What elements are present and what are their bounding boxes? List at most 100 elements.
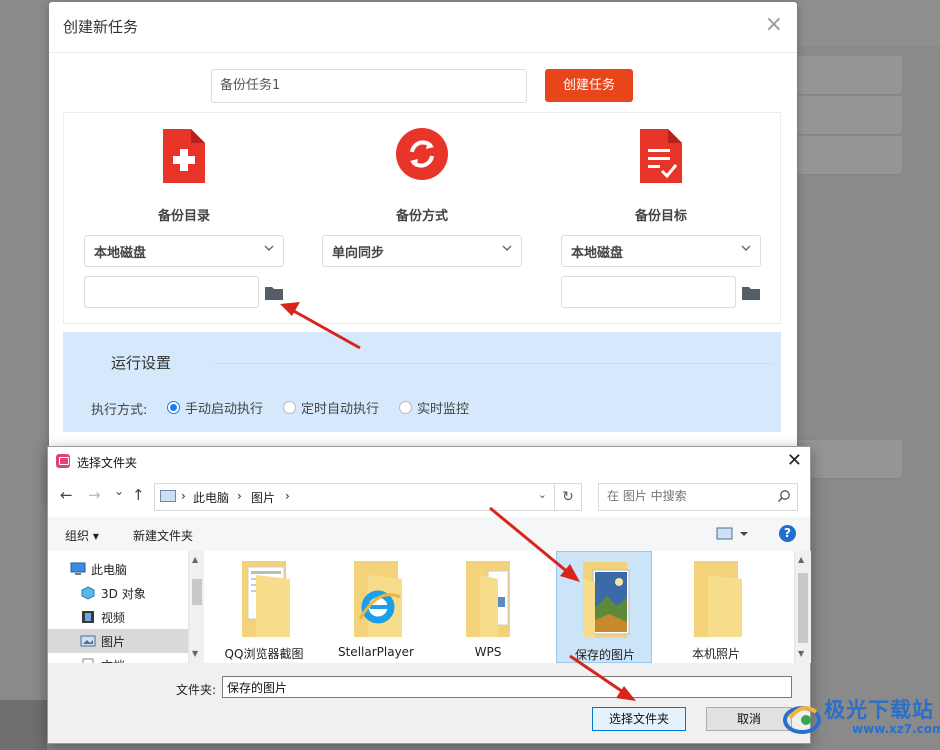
- folder-name-input[interactable]: 保存的图片: [222, 676, 792, 698]
- folder-icon: [694, 561, 742, 637]
- folder-label: QQ浏览器截图: [224, 647, 304, 661]
- dialog-title: 创建新任务: [63, 18, 139, 36]
- folder-view-scrollbar[interactable]: ▲ ▼: [794, 551, 811, 663]
- folder-item-saved-pictures[interactable]: 保存的图片: [556, 551, 652, 663]
- run-settings-section: 运行设置 执行方式: 手动启动执行 定时自动执行 实时监控: [63, 332, 781, 432]
- scroll-thumb[interactable]: [192, 579, 202, 605]
- folder-field-label: 文件夹:: [176, 683, 217, 697]
- bg-row: [798, 96, 902, 135]
- divider: [213, 363, 773, 364]
- new-folder-button[interactable]: 新建文件夹: [133, 527, 193, 544]
- folder-browse-icon[interactable]: [264, 285, 284, 301]
- backup-mode-column: 备份方式 单向同步: [322, 113, 522, 323]
- radio-label: 定时自动执行: [301, 402, 380, 417]
- backup-mode-label: 备份方式: [395, 209, 448, 224]
- nav-pane-scrollbar[interactable]: ▲ ▼: [188, 551, 205, 663]
- picture-icon: [80, 635, 96, 647]
- view-options-icon[interactable]: [716, 527, 752, 541]
- picker-toolbar: 组织 ▾ 新建文件夹 ?: [48, 517, 810, 551]
- backup-mode-select[interactable]: 单向同步: [322, 235, 522, 267]
- organize-menu[interactable]: 组织 ▾: [65, 527, 99, 544]
- bg-row: [798, 56, 902, 95]
- search-box[interactable]: [598, 483, 798, 511]
- cube-icon: [81, 586, 95, 600]
- scroll-thumb[interactable]: [798, 573, 808, 643]
- up-icon[interactable]: ↑: [132, 486, 145, 504]
- backup-target-select[interactable]: 本地磁盘: [561, 235, 761, 267]
- search-icon[interactable]: [777, 489, 791, 503]
- picker-title: 选择文件夹: [77, 456, 138, 470]
- backup-source-select[interactable]: 本地磁盘: [84, 235, 284, 267]
- tree-item-pictures[interactable]: 图片: [48, 629, 188, 653]
- select-value: 单向同步: [332, 246, 385, 261]
- tree-label: 视频: [101, 610, 126, 625]
- watermark-url: www.xz7.com: [852, 722, 940, 736]
- close-icon[interactable]: ✕: [787, 450, 802, 471]
- film-icon: [82, 611, 94, 623]
- chevron-down-icon: [264, 245, 274, 251]
- scroll-down-icon[interactable]: ▼: [192, 649, 198, 658]
- address-segment-pc[interactable]: 此电脑: [193, 489, 229, 506]
- create-task-button[interactable]: 创建任务: [545, 69, 633, 102]
- select-folder-button[interactable]: 选择文件夹: [592, 707, 686, 731]
- close-icon[interactable]: ×: [765, 14, 783, 36]
- folder-item-qq-screenshots[interactable]: QQ浏览器截图: [216, 551, 312, 663]
- folder-photo-icon: [583, 562, 630, 638]
- app-icon: [56, 454, 70, 468]
- tree-item-video[interactable]: 视频: [48, 605, 188, 629]
- scroll-up-icon[interactable]: ▲: [798, 555, 804, 564]
- folder-item-wps[interactable]: WPS: [440, 551, 536, 663]
- help-icon[interactable]: ?: [779, 525, 796, 542]
- source-path-input[interactable]: [84, 276, 259, 308]
- tree-label: 图片: [101, 634, 126, 649]
- folder-screenshot-icon: [242, 561, 290, 637]
- folder-docs-icon: [466, 561, 510, 637]
- sync-icon: [396, 128, 448, 180]
- radio-manual[interactable]: 手动启动执行: [167, 398, 263, 417]
- radio-scheduled[interactable]: 定时自动执行: [283, 398, 379, 417]
- address-bar[interactable]: › 此电脑 › 图片 › ⌄: [154, 483, 582, 511]
- dialog-header: 创建新任务 ×: [49, 2, 797, 53]
- address-separator: ›: [285, 489, 290, 503]
- search-input[interactable]: [605, 488, 769, 504]
- folder-view: QQ浏览器截图 StellarPlayer WPS 保存的图片 本机照片: [204, 551, 794, 663]
- task-name-input[interactable]: 备份任务1: [211, 69, 527, 103]
- tree-item-3d[interactable]: 3D 对象: [48, 581, 188, 605]
- radio-label: 实时监控: [417, 402, 470, 417]
- forward-icon[interactable]: →: [88, 486, 101, 504]
- tree-label: 文档: [101, 657, 125, 664]
- bg-header: [798, 0, 940, 46]
- tree-item-this-pc[interactable]: 此电脑: [48, 557, 188, 581]
- tree-label: 此电脑: [91, 562, 128, 577]
- address-segment-pictures[interactable]: 图片: [251, 489, 275, 506]
- folder-item-local-photos[interactable]: 本机照片: [668, 551, 764, 663]
- tree-item-documents[interactable]: 文档: [48, 653, 188, 663]
- pictures-location-icon: [160, 490, 176, 502]
- scroll-down-icon[interactable]: ▼: [798, 649, 804, 658]
- radio-button[interactable]: [167, 401, 180, 414]
- folder-item-stellarplayer[interactable]: StellarPlayer: [328, 551, 424, 663]
- back-icon[interactable]: ←: [60, 486, 73, 504]
- refresh-icon[interactable]: ↻: [554, 484, 581, 510]
- folder-browse-icon[interactable]: [741, 285, 761, 301]
- run-settings-title: 运行设置: [111, 354, 172, 372]
- recent-dropdown-icon[interactable]: ⌄: [114, 484, 124, 498]
- file-check-icon: [640, 129, 682, 183]
- scroll-up-icon[interactable]: ▲: [192, 555, 198, 564]
- folder-label: 保存的图片: [574, 648, 635, 662]
- bg-row: [798, 440, 902, 479]
- target-path-input[interactable]: [561, 276, 736, 308]
- exec-mode-label: 执行方式:: [91, 403, 148, 418]
- address-separator: ›: [237, 489, 242, 503]
- document-icon: [82, 658, 94, 663]
- radio-realtime[interactable]: 实时监控: [399, 398, 469, 417]
- backup-target-column: 备份目标 本地磁盘: [561, 113, 761, 323]
- select-folder-dialog: 选择文件夹 ✕ ← → ⌄ ↑ › 此电脑 › 图片 › ⌄ ↻ 组织 ▾ 新建…: [47, 446, 811, 744]
- watermark-logo-icon: [783, 706, 821, 734]
- bg-footer: [0, 700, 47, 750]
- tree-label: 3D 对象: [101, 586, 146, 601]
- radio-button[interactable]: [399, 401, 412, 414]
- radio-button[interactable]: [283, 401, 296, 414]
- backup-source-column: 备份目录 本地磁盘: [84, 113, 284, 323]
- address-dropdown-icon[interactable]: ⌄: [538, 488, 547, 501]
